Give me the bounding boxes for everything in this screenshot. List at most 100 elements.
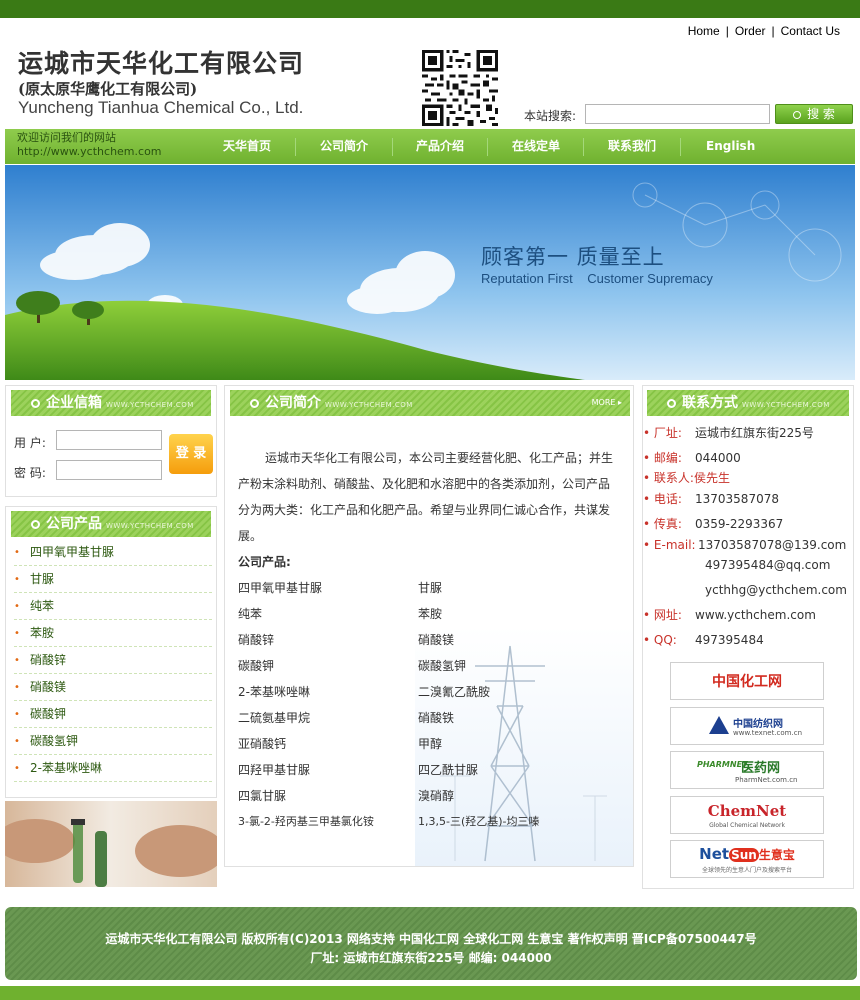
intro-header: 公司简介 WWW.YCTHCHEM.COM MORE ▸ [230, 390, 630, 416]
product-name: 亚硝酸钙 [238, 737, 287, 751]
nav-english[interactable]: English [706, 129, 755, 164]
bullet-icon [31, 399, 40, 408]
product-name: 二溴氰乙酰胺 [418, 685, 491, 699]
partner-netsun[interactable]: Net Sun 生意宝 全球领先的生意人门户及搜索平台 [670, 840, 824, 878]
qq-value: 497395484 [695, 633, 764, 647]
search-button[interactable]: 搜 索 [775, 104, 853, 124]
product-link[interactable]: • 纯苯 [14, 593, 212, 620]
search-input[interactable] [585, 104, 770, 124]
username-input[interactable] [56, 430, 162, 450]
product-name: 溴硝醇 [418, 789, 455, 803]
product-name: 四乙酰甘脲 [418, 763, 479, 777]
contact-us-link[interactable]: Contact Us [781, 24, 840, 38]
bullet-icon [250, 399, 259, 408]
products-header: 公司产品 WWW.YCTHCHEM.COM [11, 511, 211, 537]
welcome-text: 欢迎访问我们的网站 http://www.ycthchem.com [17, 131, 162, 159]
intro-line: 分为两大类：化工产品和化肥产品。希望与业界同仁诚心合作，共谋发 [238, 503, 611, 517]
welcome-url: http://www.ycthchem.com [17, 145, 162, 158]
product-name: 硝酸锌 [238, 633, 275, 647]
logo-subtitle: (原太原华鹰化工有限公司) [18, 80, 198, 98]
pharmnet-logo: PHARMNET [697, 760, 748, 769]
netsun-sub: 全球领先的生意人门户及搜索平台 [701, 867, 792, 874]
order-link[interactable]: Order [735, 24, 766, 38]
person-label: 联系人: [653, 471, 694, 485]
search-button-icon [793, 111, 802, 119]
product-link[interactable]: • 2-苯基咪唑啉 [14, 755, 212, 782]
bullet-icon [31, 520, 40, 529]
netsun-cn: 生意宝 [758, 848, 795, 862]
netsun-net: Net [699, 845, 730, 863]
email-value[interactable]: 497395484@qq.com [705, 557, 830, 573]
products-title: 公司产品 [46, 516, 102, 532]
intro-panel: 公司简介 WWW.YCTHCHEM.COM MORE ▸ 运城市天华化工有限公司，本… [224, 385, 634, 867]
product-link[interactable]: • 硝酸镁 [14, 674, 212, 701]
top-links: Home | Order | Contact Us [687, 24, 840, 38]
login-panel: 企业信箱 WWW.YCTHCHEM.COM 用 户: 密 码: 登 录 [5, 385, 217, 497]
product-link[interactable]: • 碳酸钾 [14, 701, 212, 728]
intro-line: 运城市天华化工有限公司，本公司主要经营化肥、化工产品；并生 [265, 451, 614, 465]
pharmnet-url: PharmNet.com.cn [735, 776, 798, 784]
nav-products[interactable]: 产品介绍 [416, 129, 464, 164]
product-link[interactable]: • 苯胺 [14, 620, 212, 647]
chemnet-name: ChemNet [707, 802, 787, 820]
contact-watermark: WWW.YCTHCHEM.COM [742, 401, 830, 409]
contact-title: 联系方式 [682, 395, 738, 411]
texnet-name: 中国纺织网 [733, 719, 783, 730]
more-link[interactable]: MORE ▸ [592, 390, 622, 416]
netsun-sun: Sun [729, 848, 759, 862]
user-label: 用 户: [14, 436, 46, 450]
product-name: 甲醇 [418, 737, 443, 751]
login-watermark: WWW.YCTHCHEM.COM [106, 401, 194, 409]
intro-line: 展。 [238, 529, 263, 543]
partner-pharmnet[interactable]: PHARMNET 医药网 PharmNet.com.cn [670, 751, 824, 789]
logo-en: Yuncheng Tianhua Chemical Co., Ltd. [18, 98, 304, 117]
password-input[interactable] [56, 460, 162, 480]
person-value: 侯先生 [693, 471, 730, 485]
products-panel: 公司产品 WWW.YCTHCHEM.COM • 四甲氧甲基甘脲 • 甘脲 • 纯苯 • 苯… [5, 506, 217, 798]
web-label: 网址: [653, 608, 682, 622]
email-value[interactable]: 13703587078@139.com [698, 537, 846, 553]
main-nav: 欢迎访问我们的网站 http://www.ycthchem.com 天华首页 公… [5, 129, 855, 164]
texnet-logo-icon [709, 716, 729, 734]
email-value[interactable]: ycthhg@ycthchem.com [705, 582, 847, 598]
login-button[interactable]: 登 录 [169, 434, 213, 474]
address-label: 厂址: [653, 426, 682, 440]
nav-order[interactable]: 在线定单 [512, 129, 560, 164]
zip-label: 邮编: [653, 451, 682, 465]
partner-chemnet-cn[interactable]: 中国化工网 [670, 662, 824, 700]
partner-1-label: 中国化工网 [712, 674, 782, 690]
login-title: 企业信箱 [46, 395, 102, 411]
nav-home[interactable]: 天华首页 [223, 129, 271, 164]
fax-value: 0359-2293367 [695, 517, 784, 531]
phone-value: 13703587078 [695, 492, 779, 506]
product-name: 四羟甲基甘脲 [238, 763, 311, 777]
banner-slogan-en: Reputation First Customer Supremacy [481, 271, 713, 286]
product-name: 二硫氨基甲烷 [238, 711, 311, 725]
products-label: 公司产品: [238, 555, 291, 569]
product-link[interactable]: • 硝酸锌 [14, 647, 212, 674]
contact-header: 联系方式 WWW.YCTHCHEM.COM [647, 390, 849, 416]
product-link[interactable]: • 四甲氧甲基甘脲 [14, 539, 212, 566]
partner-texnet[interactable]: 中国纺织网 www.texnet.com.cn [670, 707, 824, 745]
hero-banner: 顾客第一 质量至上 Reputation First Customer Supr… [5, 165, 855, 380]
chemnet-sub: Global Chemical Network [709, 822, 785, 829]
footer-address: 厂址: 运城市红旗东街225号 邮编: 044000 [310, 951, 552, 965]
product-name: 四氯甘脲 [238, 789, 287, 803]
intro-title: 公司简介 [265, 395, 321, 411]
home-link[interactable]: Home [688, 24, 720, 38]
nav-about[interactable]: 公司简介 [320, 129, 368, 164]
search-button-label: 搜 索 [807, 107, 835, 121]
product-name: 碳酸钾 [238, 659, 275, 673]
search-label: 本站搜索: [524, 109, 577, 123]
qr-code-icon [422, 50, 498, 126]
product-link[interactable]: • 甘脲 [14, 566, 212, 593]
web-value[interactable]: www.ycthchem.com [695, 607, 816, 623]
product-name: 苯胺 [418, 607, 443, 621]
product-name: 纯苯 [238, 607, 263, 621]
nav-contact[interactable]: 联系我们 [608, 129, 656, 164]
intro-watermark: WWW.YCTHCHEM.COM [325, 401, 413, 409]
partner-chemnet[interactable]: ChemNet Global Chemical Network [670, 796, 824, 834]
logo-cn: 运城市天华化工有限公司 [18, 49, 305, 78]
product-link[interactable]: • 碳酸氢钾 [14, 728, 212, 755]
product-name: 碳酸氢钾 [418, 659, 467, 673]
